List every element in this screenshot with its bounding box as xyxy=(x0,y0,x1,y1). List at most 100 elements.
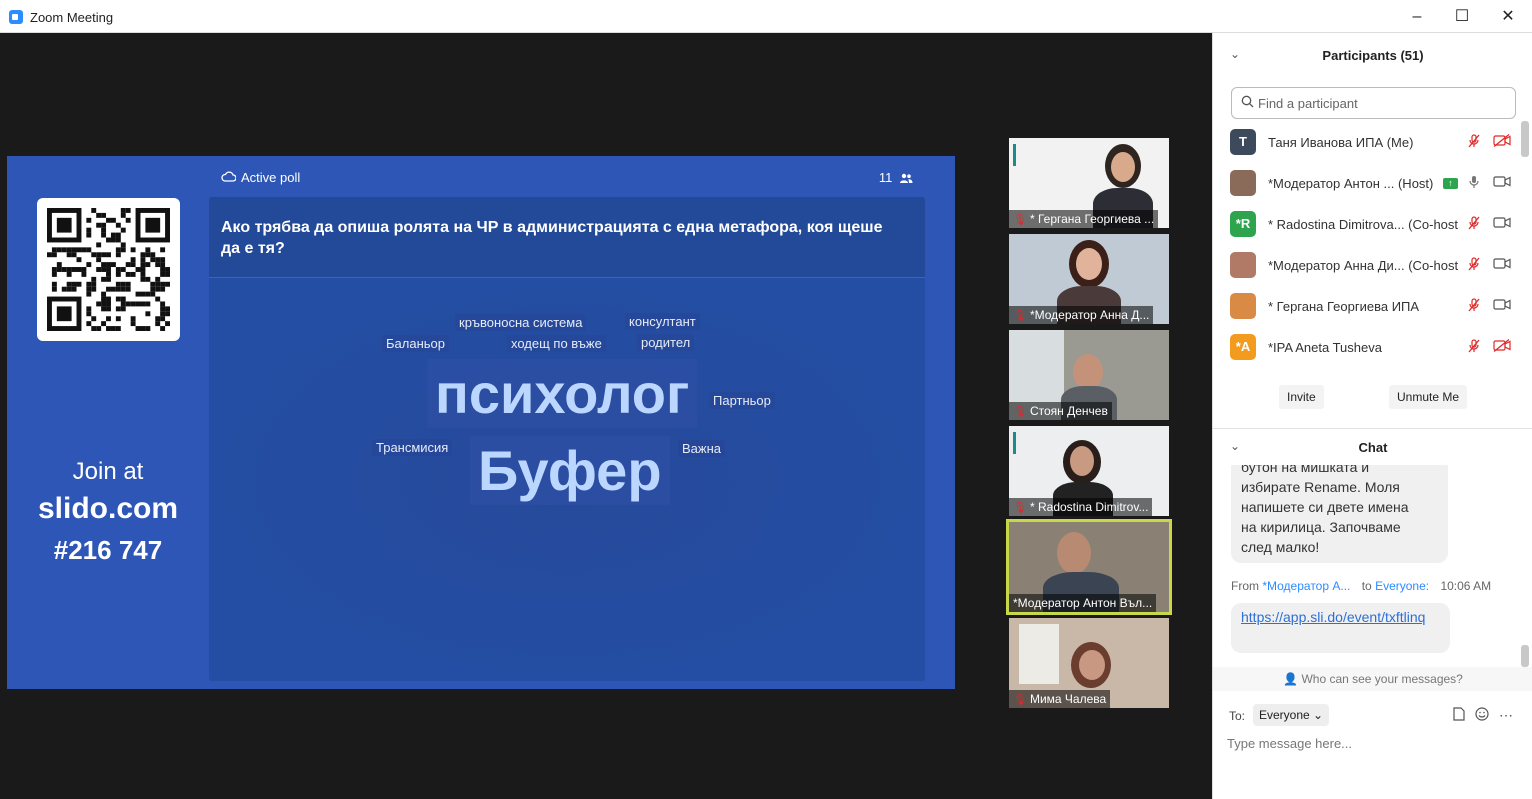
participant-name: *IPA Aneta Tusheva xyxy=(1268,340,1382,355)
video-thumbnail-active-speaker[interactable]: *Модератор Антон Въл... xyxy=(1006,519,1172,615)
chat-message-bubble: https://app.sli.do/event/txftlinq xyxy=(1231,603,1450,653)
participant-name: *Модератор Анна Д... xyxy=(1029,308,1150,322)
word-cloud-word-top: психолог xyxy=(427,359,698,428)
close-button[interactable]: ✕ xyxy=(1485,4,1531,30)
participants-header: ⌄ Participants (51) xyxy=(1213,33,1532,78)
chat-scrollbar[interactable] xyxy=(1521,645,1529,667)
chat-header: ⌄ Chat xyxy=(1213,428,1532,462)
join-code: #216 747 xyxy=(53,535,163,565)
participant-row[interactable]: *A *IPA Aneta Tusheva xyxy=(1213,328,1523,369)
participant-row[interactable]: *Модератор Анна Ди... (Co-host) xyxy=(1213,246,1523,287)
muted-mic-icon xyxy=(1467,257,1481,274)
video-icon xyxy=(1493,216,1511,232)
muted-mic-icon xyxy=(1467,339,1481,356)
avatar: T xyxy=(1230,129,1256,155)
to-label: To: xyxy=(1229,709,1246,723)
video-off-icon xyxy=(1493,338,1511,355)
chat-title: Chat xyxy=(1358,440,1388,455)
word-cloud-word: Баланьор xyxy=(382,335,449,352)
minimize-button[interactable]: – xyxy=(1394,4,1440,30)
word-cloud-word-top: Буфер xyxy=(470,436,670,505)
video-thumbnail[interactable]: 🎙 * Radostina Dimitrov... xyxy=(1009,426,1169,516)
video-thumbnail[interactable]: 🎙 *Модератор Анна Д... xyxy=(1009,234,1169,324)
search-icon xyxy=(1241,95,1254,111)
poll-participant-count: 11 xyxy=(879,170,913,185)
participant-name: * Radostina Dimitrov... xyxy=(1029,500,1149,514)
video-thumbnail[interactable]: 🎙 Стоян Денчев xyxy=(1009,330,1169,420)
to-label: to xyxy=(1361,579,1372,593)
qr-code xyxy=(37,198,180,341)
chat-message-bubble: бутон на мишката и избирате Rename. Моля… xyxy=(1231,465,1448,563)
chat-message-line: на кирилица. Започваме xyxy=(1241,519,1401,535)
invite-button[interactable]: Invite xyxy=(1279,385,1324,409)
chat-message-line: напишете си двете имена xyxy=(1241,499,1409,515)
participants-scrollbar[interactable] xyxy=(1521,121,1529,157)
unmute-me-button[interactable]: Unmute Me xyxy=(1389,385,1468,409)
zoom-app-icon xyxy=(9,10,23,24)
qr-code-pattern xyxy=(47,208,170,331)
word-cloud-word: кръвоносна система xyxy=(455,314,587,331)
video-thumbnail[interactable]: 🎙 * Гергана Георгиева ... xyxy=(1009,138,1169,228)
participant-search-input[interactable] xyxy=(1258,94,1508,112)
question-area: Ако трябва да опиша ролята на ЧР в админ… xyxy=(209,197,925,278)
participant-name: * Гергана Георгиева ИПА xyxy=(1268,299,1420,314)
video-icon xyxy=(1493,257,1511,273)
word-cloud-word: Трансмисия xyxy=(372,439,453,456)
participant-search[interactable] xyxy=(1231,87,1516,119)
participant-name-bar: 🎙 * Гергана Георгиева ... xyxy=(1009,210,1159,228)
muted-mic-icon: 🎙 xyxy=(1013,406,1027,418)
participant-row[interactable]: * Гергана Георгиева ИПА xyxy=(1213,287,1523,328)
chevron-down-icon: ⌄ xyxy=(1313,708,1324,722)
chat-recipient-row: To: Everyone ⌄ ⋯ xyxy=(1213,703,1532,729)
chat-message-input[interactable] xyxy=(1227,733,1517,753)
muted-mic-icon xyxy=(1467,216,1481,233)
institute-logo xyxy=(1013,432,1071,454)
participant-list: T Таня Иванова ИПА (Me) *Модератор Антон… xyxy=(1213,123,1523,369)
participant-row[interactable]: *R * Radostina Dimitrova... (Co-host) xyxy=(1213,205,1523,246)
file-icon[interactable] xyxy=(1453,707,1465,724)
participant-name: *Модератор Антон ... (Host) xyxy=(1268,176,1434,191)
poll-question: Ако трябва да опиша ролята на ЧР в админ… xyxy=(221,219,883,257)
who-can-see-messages[interactable]: 👤 Who can see your messages? xyxy=(1213,667,1532,691)
participant-row[interactable]: *Модератор Антон ... (Host) ↑ xyxy=(1213,164,1523,205)
join-url: slido.com xyxy=(37,492,179,525)
meeting-area: Join at slido.com #216 747 Active poll 1… xyxy=(0,33,1212,799)
chat-message-meta: From *Модератор А... to Everyone: 10:06 … xyxy=(1231,579,1516,593)
maximize-button[interactable]: ☐ xyxy=(1439,4,1485,30)
emoji-icon[interactable] xyxy=(1475,707,1489,724)
participant-name-bar: *Модератор Антон Въл... xyxy=(1009,594,1157,612)
sender-name[interactable]: *Модератор А... xyxy=(1262,579,1350,593)
shared-slide: Join at slido.com #216 747 Active poll 1… xyxy=(7,156,955,689)
title-bar: Zoom Meeting – ☐ ✕ xyxy=(0,0,1532,33)
participant-name-bar: 🎙 Мима Чалева xyxy=(1009,690,1111,708)
avatar: *R xyxy=(1230,211,1256,237)
video-icon xyxy=(1493,298,1511,314)
muted-mic-icon: 🎙 xyxy=(1013,694,1027,706)
join-at-label: Join at xyxy=(72,458,144,485)
who-can-see-label: Who can see your messages? xyxy=(1301,672,1463,686)
side-panel: ⌄ Participants (51) T Таня Иванова ИПА (… xyxy=(1212,33,1532,799)
participant-name: Стоян Денчев xyxy=(1029,404,1108,418)
chat-message-line: след малко! xyxy=(1241,539,1320,555)
person-lock-icon: 👤 xyxy=(1283,672,1299,686)
participants-title: Participants (51) xyxy=(1322,48,1424,63)
participant-name-bar: 🎙 *Модератор Анна Д... xyxy=(1009,306,1154,324)
cloud-icon xyxy=(221,170,237,185)
more-options-icon[interactable]: ⋯ xyxy=(1499,707,1513,724)
word-cloud-word: родител xyxy=(637,334,695,351)
people-icon xyxy=(896,170,913,185)
chat-link[interactable]: https://app.sli.do/event/txftlinq xyxy=(1241,609,1425,625)
muted-mic-icon: 🎙 xyxy=(1013,502,1027,514)
active-poll-label: Active poll xyxy=(241,170,301,185)
participant-name: *Модератор Антон Въл... xyxy=(1013,596,1153,610)
recipient-dropdown[interactable]: Everyone ⌄ xyxy=(1253,704,1330,726)
participant-name: *Модератор Анна Ди... (Co-host) xyxy=(1268,258,1458,273)
from-label: From xyxy=(1231,579,1259,593)
recipient-value: Everyone xyxy=(1259,708,1310,722)
participant-row[interactable]: T Таня Иванова ИПА (Me) xyxy=(1213,123,1523,164)
participant-name: * Гергана Георгиева ... xyxy=(1029,212,1155,226)
join-info: Join at slido.com #216 747 xyxy=(7,456,209,570)
message-time: 10:06 AM xyxy=(1440,579,1492,593)
video-thumbnail[interactable]: 🎙 Мима Чалева xyxy=(1009,618,1169,708)
word-cloud-word: ходещ по въже xyxy=(507,335,606,352)
